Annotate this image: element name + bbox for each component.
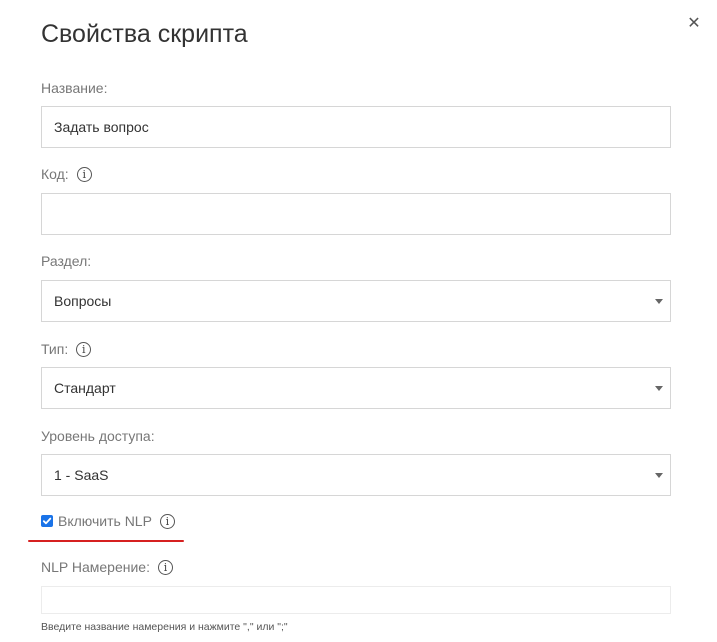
chevron-down-icon (655, 473, 663, 478)
enable-nlp-label[interactable]: Включить NLP (58, 513, 152, 529)
access-label-text: Уровень доступа: (41, 428, 155, 444)
nlp-intent-label: NLP Намерение: i (41, 559, 173, 575)
dialog-title: Свойства скрипта (41, 20, 248, 48)
section-label-text: Раздел: (41, 253, 92, 269)
type-label-text: Тип: (41, 341, 69, 357)
type-select-value: Стандарт (54, 380, 116, 396)
type-label: Тип: i (41, 341, 92, 357)
chevron-down-icon (655, 299, 663, 304)
info-icon[interactable]: i (76, 341, 92, 357)
access-label: Уровень доступа: (41, 428, 155, 444)
code-input[interactable] (41, 193, 671, 235)
nlp-intent-hint: Введите название намерения и нажмите ","… (41, 621, 288, 633)
nlp-intent-label-text: NLP Намерение: (41, 559, 150, 575)
nlp-intent-input[interactable] (41, 586, 671, 614)
type-select[interactable]: Стандарт (41, 367, 671, 409)
code-label: Код: i (41, 166, 92, 182)
info-icon[interactable]: i (76, 166, 92, 182)
name-label: Название: (41, 80, 107, 96)
highlight-underline (28, 540, 184, 542)
name-input-value: Задать вопрос (54, 119, 149, 135)
name-label-text: Название: (41, 80, 108, 96)
name-input[interactable]: Задать вопрос (41, 106, 671, 148)
info-icon[interactable]: i (157, 559, 173, 575)
access-select-value: 1 - SaaS (54, 467, 109, 483)
section-select-value: Вопросы (54, 293, 112, 309)
section-select[interactable]: Вопросы (41, 280, 671, 322)
checkmark-icon (42, 517, 52, 525)
enable-nlp-checkbox[interactable] (41, 515, 53, 527)
chevron-down-icon (655, 386, 663, 391)
info-icon[interactable]: i (159, 513, 175, 529)
code-label-text: Код: (41, 166, 69, 182)
script-properties-dialog: ✕ Свойства скрипта Название: Задать вопр… (0, 0, 717, 642)
section-label: Раздел: (41, 253, 91, 269)
enable-nlp-row: Включить NLP i (41, 513, 175, 529)
close-icon[interactable]: ✕ (685, 14, 703, 32)
access-select[interactable]: 1 - SaaS (41, 454, 671, 496)
